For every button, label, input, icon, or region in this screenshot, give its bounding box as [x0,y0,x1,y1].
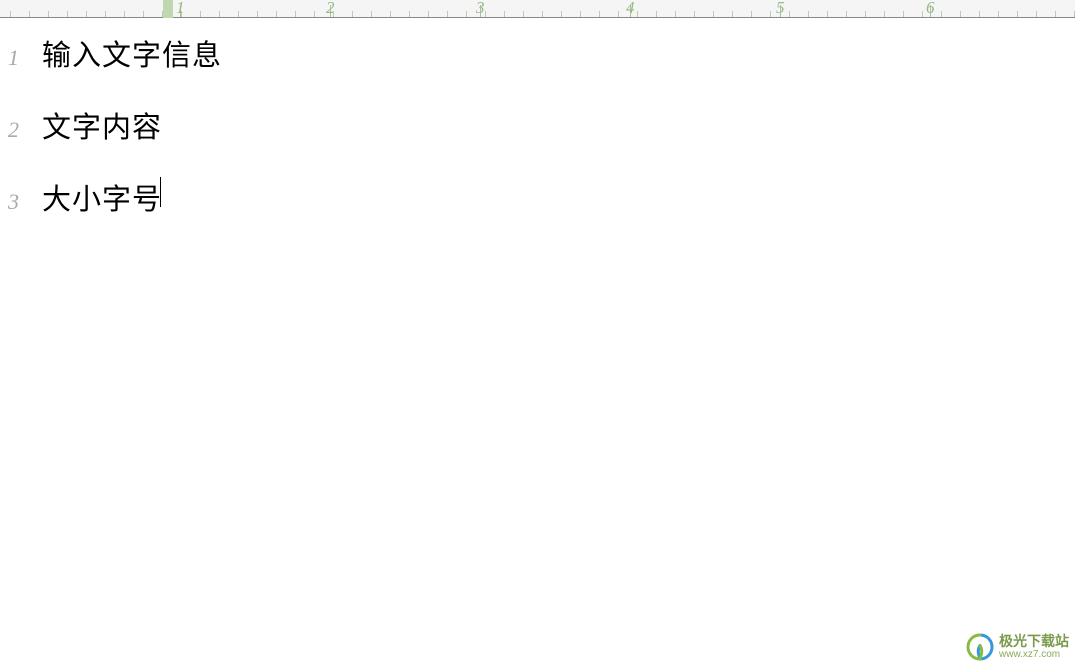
ruler-tick-minor [865,11,866,17]
ruler-tick-minor [656,11,657,17]
ruler-tick-minor [314,11,315,17]
watermark-url: www.xz7.com [999,649,1069,660]
ruler-tick-minor [618,11,619,17]
ruler-tick-minor [1036,11,1037,17]
line-text[interactable]: 输入文字信息 [42,32,222,74]
ruler-tick-minor [903,11,904,17]
ruler-tick-minor [675,11,676,17]
ruler-tick-minor [105,11,106,17]
ruler-tick-minor [1017,11,1018,17]
line-text[interactable]: 大小字号 [42,176,162,218]
ruler-tick-minor [979,11,980,17]
line-text[interactable]: 文字内容 [42,104,162,146]
ruler-tick-minor [485,11,486,17]
ruler-tick-minor [428,11,429,17]
ruler-tick-minor [922,11,923,17]
line-number: 2 [8,117,38,143]
watermark: 极光下载站 www.xz7.com [965,632,1069,662]
ruler-tick-minor [751,11,752,17]
ruler-tick-minor [86,11,87,17]
text-line[interactable]: 1 输入文字信息 [0,32,1075,74]
ruler-tick-minor [295,11,296,17]
ruler-tick-minor [770,11,771,17]
ruler-tick-minor [238,11,239,17]
ruler-tick-minor [827,11,828,17]
ruler-tick-minor [143,11,144,17]
ruler-tick-minor [599,11,600,17]
horizontal-ruler[interactable]: 1 2 3 4 5 6 [0,0,1075,18]
ruler-tick-minor [447,11,448,17]
ruler-tick-minor [637,11,638,17]
ruler-tick-minor [504,11,505,17]
watermark-text: 极光下载站 www.xz7.com [999,634,1069,660]
watermark-title: 极光下载站 [999,634,1069,649]
ruler-number: 5 [776,0,785,18]
ruler-number: 3 [476,0,485,18]
ruler-tick-minor [10,11,11,17]
ruler-ticks: 1 2 3 4 5 6 [0,0,1075,17]
ruler-tick-minor [732,11,733,17]
ruler-indent-marker[interactable] [163,0,173,18]
ruler-tick-minor [713,11,714,17]
text-line[interactable]: 2 文字内容 [0,104,1075,146]
ruler-tick-minor [941,11,942,17]
ruler-tick-minor [371,11,372,17]
ruler-tick-minor [124,11,125,17]
ruler-tick-minor [542,11,543,17]
ruler-number: 4 [626,0,635,18]
ruler-tick-minor [200,11,201,17]
ruler-tick-minor [219,11,220,17]
ruler-tick-minor [48,11,49,17]
ruler-tick-minor [276,11,277,17]
ruler-tick-minor [884,11,885,17]
ruler-tick-minor [352,11,353,17]
ruler-tick-minor [580,11,581,17]
ruler-tick-minor [523,11,524,17]
ruler-tick-minor [960,11,961,17]
ruler-tick-minor [466,11,467,17]
ruler-number: 6 [926,0,935,18]
ruler-tick-minor [561,11,562,17]
ruler-tick-minor [409,11,410,17]
line-number: 3 [8,189,38,215]
ruler-tick-minor [808,11,809,17]
ruler-tick-minor [789,11,790,17]
ruler-number: 1 [176,0,185,18]
ruler-tick-minor [694,11,695,17]
document-editor[interactable]: 1 输入文字信息 2 文字内容 3 大小字号 [0,18,1075,668]
watermark-logo-icon [965,632,995,662]
ruler-tick-minor [1055,11,1056,17]
ruler-tick-minor [29,11,30,17]
ruler-tick-minor [67,11,68,17]
text-line[interactable]: 3 大小字号 [0,176,1075,218]
ruler-tick-minor [257,11,258,17]
text-cursor-icon [160,177,161,207]
line-number: 1 [8,45,38,71]
ruler-tick-minor [846,11,847,17]
ruler-number: 2 [326,0,335,18]
ruler-tick-minor [390,11,391,17]
ruler-tick-minor [998,11,999,17]
